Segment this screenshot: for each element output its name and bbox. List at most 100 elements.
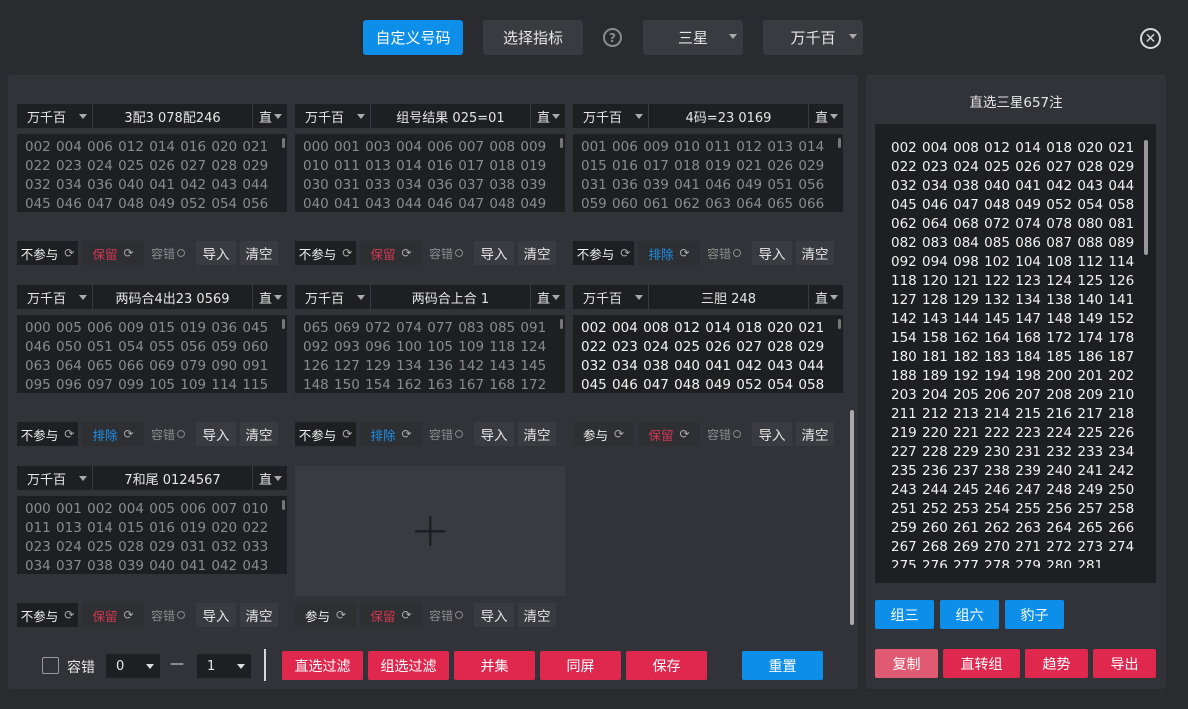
card-numbers[interactable]: 000 005 006 009 015 019 036 045 046 050 … bbox=[17, 315, 287, 393]
import-button[interactable]: 导入 bbox=[752, 422, 792, 446]
tolerance-radio[interactable]: 容错 bbox=[144, 422, 192, 446]
filter-card-header: 万千百 三胆 248 直 bbox=[573, 285, 843, 309]
tolerance-label: 容错 bbox=[428, 427, 453, 442]
chevron-down-icon bbox=[635, 295, 643, 300]
custom-numbers-button[interactable]: 自定义号码 bbox=[363, 20, 463, 55]
keep-toggle[interactable]: 保留 ⟳ bbox=[360, 241, 422, 265]
direct-filter-button[interactable]: 直选过滤 bbox=[282, 651, 363, 680]
tolerance-radio[interactable]: 容错 bbox=[700, 241, 748, 265]
panel-scrollbar[interactable] bbox=[850, 410, 854, 625]
import-button[interactable]: 导入 bbox=[474, 241, 514, 265]
tolerance-checkbox[interactable] bbox=[42, 657, 59, 674]
select-indicator-button[interactable]: 选择指标 bbox=[483, 20, 583, 55]
tolerance-radio[interactable]: 容错 bbox=[422, 422, 470, 446]
position-select[interactable]: 万千百 bbox=[763, 20, 863, 55]
import-button[interactable]: 导入 bbox=[474, 422, 514, 446]
group-six-button[interactable]: 组六 bbox=[940, 600, 999, 629]
card-controls: 不参与 ⟳ 保留 ⟳ 容错 导入 清空 bbox=[295, 241, 556, 265]
card-numbers[interactable]: 000 001 003 004 006 007 008 009 010 011 … bbox=[295, 134, 565, 212]
participate-toggle[interactable]: 不参与 ⟳ bbox=[573, 241, 634, 265]
tolerance-radio[interactable]: 容错 bbox=[144, 241, 192, 265]
participate-toggle[interactable]: 不参与 ⟳ bbox=[17, 241, 78, 265]
same-screen-button[interactable]: 同屏 bbox=[540, 651, 621, 680]
keep-toggle[interactable]: 排除 ⟳ bbox=[82, 422, 144, 446]
copy-button[interactable]: 复制 bbox=[875, 649, 938, 678]
import-button[interactable]: 导入 bbox=[474, 603, 514, 627]
union-button[interactable]: 并集 bbox=[454, 651, 535, 680]
trend-button[interactable]: 趋势 bbox=[1025, 649, 1088, 678]
clear-button[interactable]: 清空 bbox=[518, 422, 556, 446]
keep-toggle[interactable]: 保留 ⟳ bbox=[82, 241, 144, 265]
star-select[interactable]: 三星 bbox=[643, 20, 743, 55]
leopard-button[interactable]: 豹子 bbox=[1005, 600, 1064, 629]
card-position-select[interactable]: 万千百 bbox=[295, 104, 371, 128]
close-icon[interactable]: ✕ bbox=[1140, 28, 1161, 49]
save-button[interactable]: 保存 bbox=[626, 651, 707, 680]
card-mode-select[interactable]: 直 bbox=[531, 104, 565, 128]
export-button[interactable]: 导出 bbox=[1093, 649, 1156, 678]
clear-button[interactable]: 清空 bbox=[240, 603, 278, 627]
import-button[interactable]: 导入 bbox=[752, 241, 792, 265]
tolerance-radio[interactable]: 容错 bbox=[700, 422, 748, 446]
participate-toggle[interactable]: 参与 ⟳ bbox=[573, 422, 634, 446]
import-button[interactable]: 导入 bbox=[196, 241, 236, 265]
card-scrollbar[interactable] bbox=[838, 319, 841, 329]
participate-label: 参与 bbox=[304, 608, 330, 624]
card-position-select[interactable]: 万千百 bbox=[295, 285, 371, 309]
card-scrollbar[interactable] bbox=[282, 319, 285, 329]
keep-label: 保留 bbox=[92, 246, 118, 262]
clear-button[interactable]: 清空 bbox=[796, 422, 834, 446]
clear-button[interactable]: 清空 bbox=[796, 241, 834, 265]
import-button[interactable]: 导入 bbox=[196, 603, 236, 627]
clear-button[interactable]: 清空 bbox=[240, 241, 278, 265]
tolerance-max-select[interactable]: 1 bbox=[197, 654, 251, 678]
tolerance-radio[interactable]: 容错 bbox=[422, 241, 470, 265]
card-scrollbar[interactable] bbox=[838, 138, 841, 148]
card-position-select[interactable]: 万千百 bbox=[17, 104, 93, 128]
direct-to-group-button[interactable]: 直转组 bbox=[943, 649, 1020, 678]
card-mode-select[interactable]: 直 bbox=[253, 104, 287, 128]
card-mode-select[interactable]: 直 bbox=[809, 285, 843, 309]
keep-toggle[interactable]: 保留 ⟳ bbox=[82, 603, 144, 627]
keep-toggle[interactable]: 保留 ⟳ bbox=[360, 603, 422, 627]
help-icon[interactable]: ? bbox=[603, 28, 622, 47]
card-mode-select[interactable]: 直 bbox=[531, 285, 565, 309]
clear-button[interactable]: 清空 bbox=[240, 422, 278, 446]
card-position-select[interactable]: 万千百 bbox=[573, 285, 649, 309]
keep-toggle[interactable]: 保留 ⟳ bbox=[638, 422, 700, 446]
import-button[interactable]: 导入 bbox=[196, 422, 236, 446]
participate-toggle[interactable]: 参与 ⟳ bbox=[295, 603, 356, 627]
participate-toggle[interactable]: 不参与 ⟳ bbox=[17, 422, 78, 446]
keep-toggle[interactable]: 排除 ⟳ bbox=[638, 241, 700, 265]
participate-toggle[interactable]: 不参与 ⟳ bbox=[295, 422, 356, 446]
group-three-button[interactable]: 组三 bbox=[875, 600, 934, 629]
participate-toggle[interactable]: 不参与 ⟳ bbox=[17, 603, 78, 627]
reset-button[interactable]: 重置 bbox=[742, 651, 823, 680]
card-numbers[interactable]: 002 004 008 012 014 018 020 021 022 023 … bbox=[573, 315, 843, 393]
card-numbers[interactable]: 002 004 006 012 014 016 020 021 022 023 … bbox=[17, 134, 287, 212]
result-list[interactable]: 002 004 008 012 014 018 020 021 022 023 … bbox=[875, 124, 1156, 583]
card-numbers[interactable]: 065 069 072 074 077 083 085 091 092 093 … bbox=[295, 315, 565, 393]
tolerance-radio[interactable]: 容错 bbox=[144, 603, 192, 627]
tolerance-radio[interactable]: 容错 bbox=[422, 603, 470, 627]
tolerance-min-select[interactable]: 0 bbox=[106, 654, 160, 678]
group-filter-button[interactable]: 组选过滤 bbox=[368, 651, 449, 680]
card-numbers[interactable]: 001 006 009 010 011 012 013 014 015 016 … bbox=[573, 134, 843, 212]
card-position-select[interactable]: 万千百 bbox=[573, 104, 649, 128]
card-scrollbar[interactable] bbox=[560, 319, 563, 329]
result-scrollbar[interactable] bbox=[1144, 140, 1148, 255]
card-scrollbar[interactable] bbox=[560, 138, 563, 148]
participate-toggle[interactable]: 不参与 ⟳ bbox=[295, 241, 356, 265]
card-position-select[interactable]: 万千百 bbox=[17, 466, 93, 490]
clear-button[interactable]: 清空 bbox=[518, 241, 556, 265]
card-numbers[interactable]: 000 001 002 004 005 006 007 010 011 013 … bbox=[17, 496, 287, 574]
card-mode-select[interactable]: 直 bbox=[253, 466, 287, 490]
add-filter-card[interactable] bbox=[295, 466, 565, 596]
card-scrollbar[interactable] bbox=[282, 500, 285, 510]
keep-toggle[interactable]: 排除 ⟳ bbox=[360, 422, 422, 446]
card-scrollbar[interactable] bbox=[282, 138, 285, 148]
clear-button[interactable]: 清空 bbox=[518, 603, 556, 627]
card-mode-select[interactable]: 直 bbox=[253, 285, 287, 309]
card-position-select[interactable]: 万千百 bbox=[17, 285, 93, 309]
card-mode-select[interactable]: 直 bbox=[809, 104, 843, 128]
